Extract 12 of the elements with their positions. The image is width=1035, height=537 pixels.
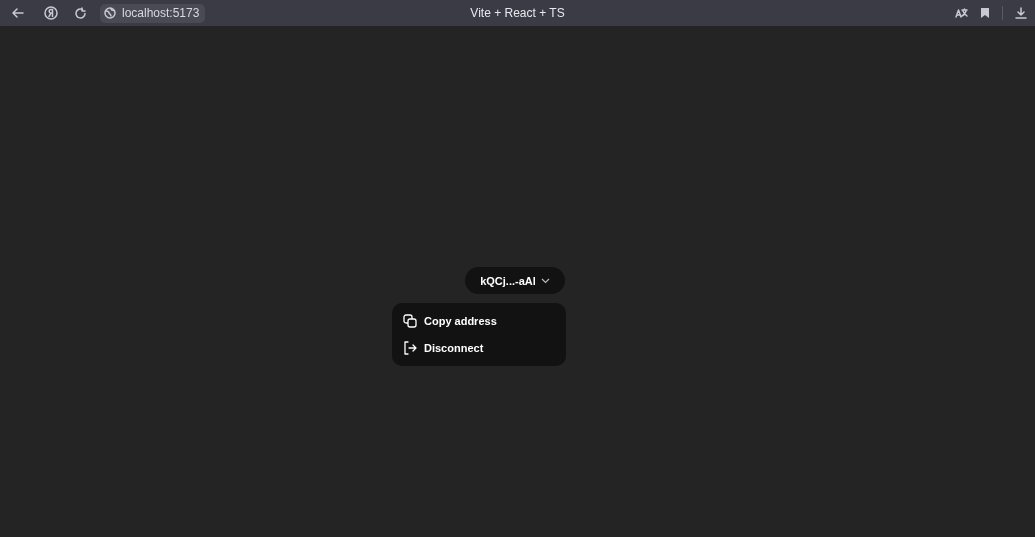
browser-logo-icon[interactable] (44, 6, 58, 20)
bookmark-icon[interactable] (980, 7, 990, 19)
menu-item[interactable]: Disconnect (403, 340, 484, 356)
download-icon[interactable] (1015, 7, 1027, 19)
copy-icon (403, 314, 417, 328)
reload-icon[interactable] (74, 6, 87, 20)
page-title: Vite + React + TS (470, 6, 565, 20)
menu-item[interactable]: Copy address (403, 313, 497, 329)
translate-icon[interactable] (955, 7, 968, 19)
back-icon[interactable] (12, 7, 24, 19)
logout-icon (403, 341, 417, 355)
wallet-button[interactable]: kQCj...-aAl (465, 267, 565, 294)
